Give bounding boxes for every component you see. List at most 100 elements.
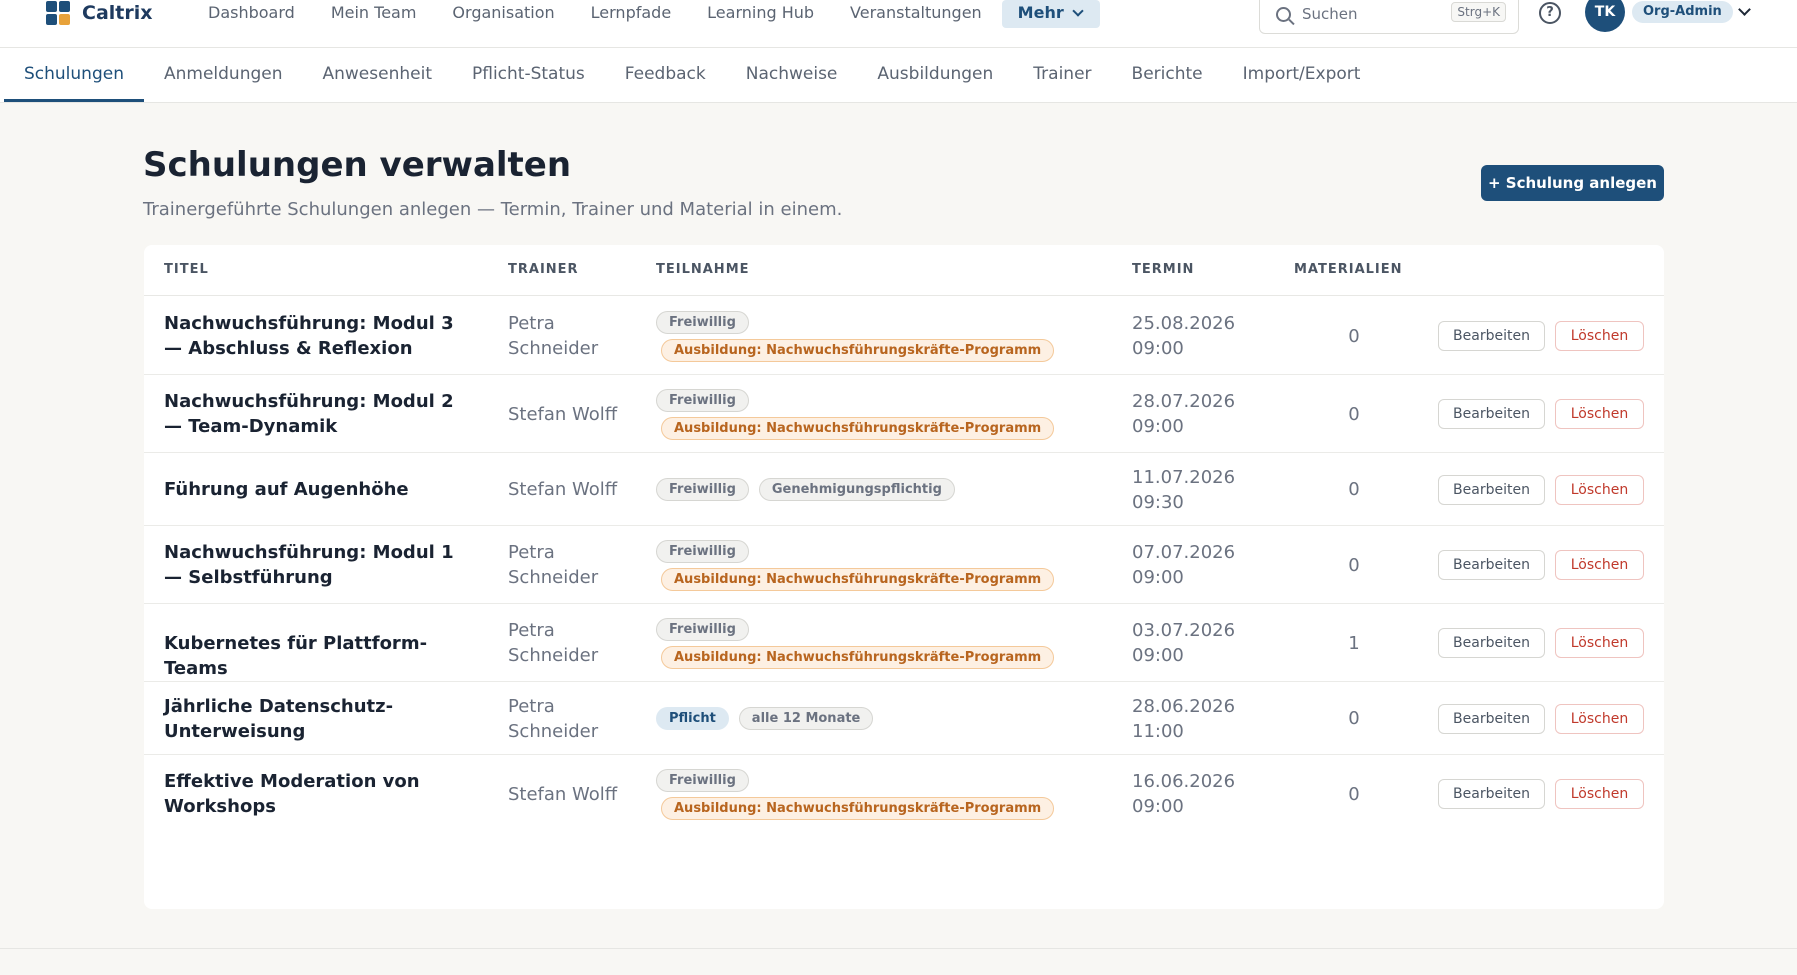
role-badge[interactable]: Org-Admin [1632,1,1733,23]
status-badge: Freiwillig [656,478,749,501]
table-row[interactable]: Führung auf Augenhöhe Stefan Wolff Freiwil… [144,453,1664,526]
trainer-name: Petra Schneider [508,313,599,359]
trainer-name: Petra Schneider [508,620,599,666]
status-badge: Freiwillig [656,539,749,563]
status-badge: Ausbildung: Nachwuchsführungskräfte-Prog… [661,416,1055,440]
logo-square [46,14,57,25]
main-nav: Dashboard Mein Team Organisation Lernpfade L… [190,0,1100,28]
column-header-participation[interactable]: TEILNAHME [656,262,750,277]
tab-ausbildungen[interactable]: Ausbildungen [857,48,1013,102]
time-value: 09:30 [1132,491,1184,513]
status-badge: Freiwillig [656,768,749,792]
edit-button[interactable]: Bearbeiten [1438,628,1545,658]
edit-button[interactable]: Bearbeiten [1438,703,1545,734]
delete-button[interactable]: Löschen [1555,703,1644,734]
training-date: 28.06.2026 11:00 [1132,694,1272,744]
help-icon[interactable]: ? [1539,2,1561,24]
status-badge: Pflicht [656,707,729,730]
sub-nav-tabs: Schulungen Anmeldungen Anwesenheit Pflicht-… [0,48,1797,103]
training-title: Nachwuchsführung: Modul 3 — Abschluss & … [164,313,454,359]
tab-schulungen[interactable]: Schulungen [4,48,144,102]
tab-feedback[interactable]: Feedback [605,48,726,102]
create-training-button[interactable]: + Schulung anlegen [1481,165,1664,201]
status-badge: Freiwillig [656,388,749,412]
trainer-name: Stefan Wolff [508,479,618,500]
status-badge: Ausbildung: Nachwuchsführungskräfte-Prog… [661,645,1055,669]
tab-anwesenheit[interactable]: Anwesenheit [303,48,452,102]
delete-button[interactable]: Löschen [1555,628,1644,658]
search-input[interactable] [1302,3,1452,25]
time-value: 09:00 [1132,796,1184,817]
tab-berichte[interactable]: Berichte [1112,48,1223,102]
trainer-name: Petra Schneider [508,695,599,742]
brand-logo[interactable]: Caltrix [46,0,153,26]
logo-square [59,1,70,12]
time-value: 09:00 [1132,645,1184,666]
logo-grid-icon [46,1,70,25]
materials-count: 0 [1348,708,1360,729]
training-title: Nachwuchsführung: Modul 1 — Selbstführun… [164,542,454,588]
date-value: 03.07.2026 [1132,620,1236,641]
delete-button[interactable]: Löschen [1555,399,1644,429]
delete-button[interactable]: Löschen [1555,321,1644,351]
table-row[interactable]: Nachwuchsführung: Modul 1 — Selbstführun… [144,526,1664,604]
training-date: 11.07.2026 09:30 [1132,465,1272,515]
training-date: 25.08.2026 09:00 [1132,311,1272,361]
nav-item-organisation[interactable]: Organisation [434,0,572,28]
table-row[interactable]: Effektive Moderation von Workshops Stefan… [144,755,1664,833]
training-title: Nachwuchsführung: Modul 2 — Team-Dynamik [164,391,454,437]
search-shortcut-hint: Strg+K [1451,2,1506,22]
time-value: 09:00 [1132,338,1184,359]
training-title: Kubernetes für Plattform-Teams [164,632,428,679]
nav-item-mehr[interactable]: Mehr [1001,0,1100,28]
edit-button[interactable]: Bearbeiten [1438,779,1545,809]
delete-button[interactable]: Löschen [1555,779,1644,809]
edit-button[interactable]: Bearbeiten [1438,399,1545,429]
trainer-name: Petra Schneider [508,542,599,588]
tab-import-export[interactable]: Import/Export [1223,48,1381,102]
column-header-trainer[interactable]: TRAINER [508,262,579,277]
nav-item-veranstaltungen[interactable]: Veranstaltungen [832,0,1000,28]
time-value: 09:00 [1132,416,1184,437]
nav-item-mein-team[interactable]: Mein Team [313,0,435,28]
nav-item-lernpfade[interactable]: Lernpfade [573,0,690,28]
logo-square [46,1,57,12]
delete-button[interactable]: Löschen [1555,550,1644,580]
nav-item-label: Learning Hub [707,3,815,22]
table-row[interactable]: Nachwuchsführung: Modul 3 — Abschluss & … [144,297,1664,375]
time-value: 11:00 [1132,720,1184,742]
chevron-down-icon[interactable] [1738,3,1751,16]
edit-button[interactable]: Bearbeiten [1438,550,1545,580]
chevron-down-icon [1072,5,1084,17]
nav-item-dashboard[interactable]: Dashboard [190,0,313,28]
table-row[interactable]: Kubernetes für Plattform-Teams Petra Schn… [144,604,1664,682]
search-box[interactable]: Strg+K [1259,0,1519,34]
materials-count: 0 [1348,479,1360,500]
column-header-title[interactable]: TITEL [164,262,209,277]
logo-square [59,14,70,25]
table-row[interactable]: Nachwuchsführung: Modul 2 — Team-Dynamik… [144,375,1664,453]
delete-button[interactable]: Löschen [1555,474,1644,505]
edit-button[interactable]: Bearbeiten [1438,474,1545,505]
table-row[interactable]: Jährliche Datenschutz-Unterweisung Petra … [144,682,1664,755]
column-header-date[interactable]: TERMIN [1132,262,1194,277]
nav-item-learning-hub[interactable]: Learning Hub [689,0,832,28]
training-date: 03.07.2026 09:00 [1132,618,1272,668]
edit-button[interactable]: Bearbeiten [1438,321,1545,351]
status-badge: Ausbildung: Nachwuchsführungskräfte-Prog… [661,567,1055,591]
status-badge: Ausbildung: Nachwuchsführungskräfte-Prog… [661,796,1055,820]
date-value: 25.08.2026 [1132,313,1236,334]
tab-anmeldungen[interactable]: Anmeldungen [144,48,303,102]
column-header-materials[interactable]: MATERIALIEN [1294,262,1403,277]
tab-nachweise[interactable]: Nachweise [726,48,858,102]
status-badge: Freiwillig [656,617,749,641]
status-badge: Freiwillig [656,310,749,334]
tab-pflicht-status[interactable]: Pflicht-Status [452,48,605,102]
nav-item-label: Lernpfade [590,3,672,22]
avatar[interactable]: TK [1585,0,1625,32]
date-value: 28.07.2026 [1132,391,1236,412]
participation-tags: Freiwillig Ausbildung: Nachwuchsführungsk… [656,768,1076,820]
materials-count: 0 [1348,783,1360,805]
participation-tags: Freiwillig Genehmigungspflichtig [656,478,1076,501]
tab-trainer[interactable]: Trainer [1013,48,1111,102]
